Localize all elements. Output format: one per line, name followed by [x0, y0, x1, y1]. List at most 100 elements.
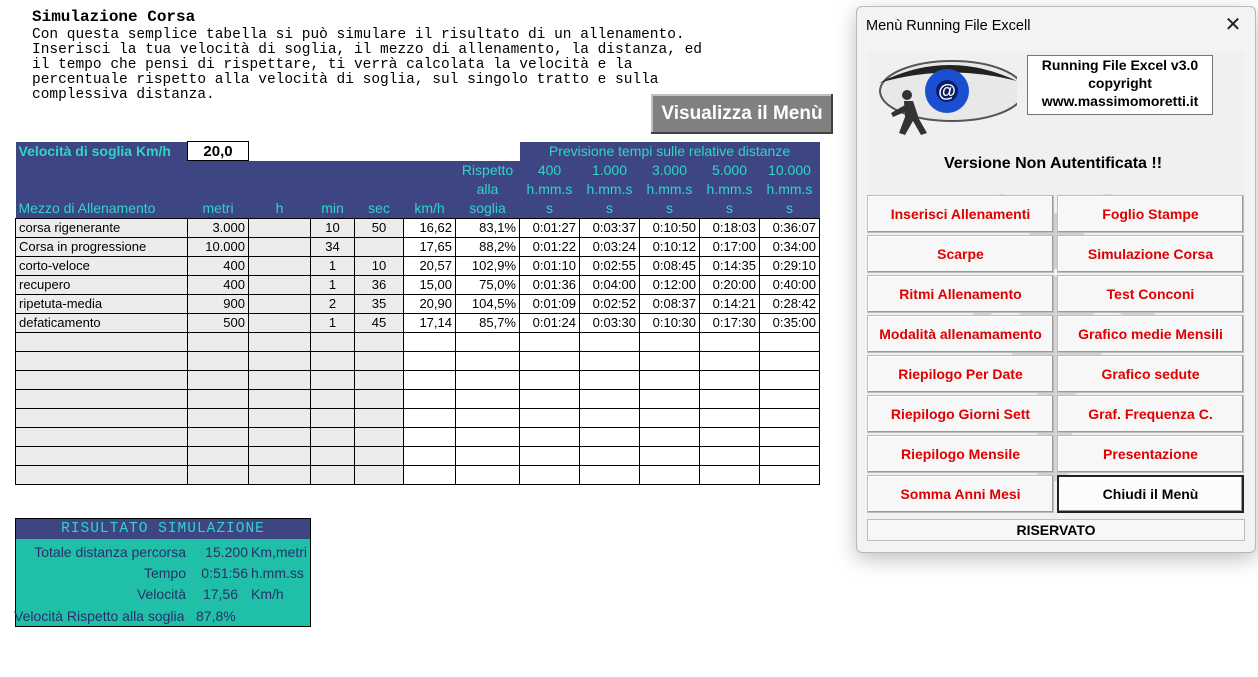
header-distance-10000: 10.000 — [759, 160, 820, 180]
cell-empty — [579, 331, 640, 352]
menu-button-chiudi-il-menu[interactable]: Chiudi il Menù — [1057, 475, 1244, 513]
cell-empty[interactable] — [187, 350, 249, 371]
menu-button-presentazione[interactable]: Presentazione — [1057, 435, 1244, 473]
cell-empty — [759, 426, 820, 447]
cell-empty[interactable] — [187, 331, 249, 352]
cell-empty[interactable] — [310, 331, 355, 352]
cell-metri[interactable]: 400 — [187, 255, 249, 276]
cell-empty[interactable] — [15, 407, 188, 428]
cell-h[interactable] — [248, 274, 311, 295]
cell-h[interactable] — [248, 217, 311, 238]
cell-min[interactable]: 1 — [310, 255, 355, 276]
menu-button-scarpe[interactable]: Scarpe — [867, 235, 1054, 273]
cell-empty[interactable] — [354, 331, 404, 352]
result-rispetto-label: Velocità Rispetto alla soglia — [14, 608, 185, 624]
cell-mezzo[interactable]: defaticamento — [15, 312, 188, 333]
cell-sec[interactable]: 45 — [354, 312, 404, 333]
cell-empty[interactable] — [15, 464, 188, 485]
cell-metri[interactable]: 10.000 — [187, 236, 249, 257]
cell-empty[interactable] — [187, 445, 249, 466]
cell-empty — [579, 464, 640, 485]
cell-empty[interactable] — [248, 388, 311, 409]
cell-empty[interactable] — [15, 445, 188, 466]
cell-empty[interactable] — [187, 464, 249, 485]
cell-empty[interactable] — [310, 407, 355, 428]
cell-empty — [579, 350, 640, 371]
cell-empty[interactable] — [187, 426, 249, 447]
cell-min[interactable]: 2 — [310, 293, 355, 314]
cell-empty[interactable] — [354, 464, 404, 485]
menu-button-riepilogo-per-date[interactable]: Riepilogo Per Date — [867, 355, 1054, 393]
cell-empty[interactable] — [15, 426, 188, 447]
cell-empty[interactable] — [187, 388, 249, 409]
cell-empty[interactable] — [248, 407, 311, 428]
cell-h[interactable] — [248, 236, 311, 257]
cell-empty[interactable] — [354, 369, 404, 390]
cell-empty[interactable] — [15, 331, 188, 352]
cell-sec[interactable]: 36 — [354, 274, 404, 295]
cell-mezzo[interactable]: Corsa in progressione — [15, 236, 188, 257]
cell-mezzo[interactable]: corsa rigenerante — [15, 217, 188, 238]
cell-min[interactable]: 10 — [310, 217, 355, 238]
auth-status: Versione Non Autentificata !! — [943, 155, 1163, 172]
cell-metri[interactable]: 400 — [187, 274, 249, 295]
cell-sec[interactable] — [354, 236, 404, 257]
cell-empty[interactable] — [15, 388, 188, 409]
threshold-value[interactable]: 20,0 — [187, 141, 249, 161]
cell-min[interactable]: 1 — [310, 274, 355, 295]
cell-empty[interactable] — [248, 369, 311, 390]
cell-sec[interactable]: 35 — [354, 293, 404, 314]
cell-empty[interactable] — [310, 445, 355, 466]
cell-empty[interactable] — [248, 426, 311, 447]
cell-empty[interactable] — [310, 426, 355, 447]
cell-empty — [699, 388, 760, 409]
close-icon[interactable]: ✕ — [1223, 15, 1243, 35]
menu-button-simulazione-corsa[interactable]: Simulazione Corsa — [1057, 235, 1244, 273]
cell-h[interactable] — [248, 293, 311, 314]
cell-h[interactable] — [248, 255, 311, 276]
menu-button-modalita-allenamamento[interactable]: Modalità allenamamento — [867, 315, 1054, 353]
cell-mezzo[interactable]: corto-veloce — [15, 255, 188, 276]
simulation-table: Velocità di soglia Km/h 20,0 Previsione … — [15, 141, 820, 485]
cell-min[interactable]: 34 — [310, 236, 355, 257]
menu-button-foglio-stampe[interactable]: Foglio Stampe — [1057, 195, 1244, 233]
cell-mezzo[interactable]: recupero — [15, 274, 188, 295]
threshold-label: Velocità di soglia Km/h — [15, 141, 188, 161]
menu-button-grafico-medie-mensili[interactable]: Grafico medie Mensili — [1057, 315, 1244, 353]
cell-empty[interactable] — [354, 350, 404, 371]
cell-empty[interactable] — [310, 350, 355, 371]
cell-empty[interactable] — [354, 426, 404, 447]
cell-empty[interactable] — [354, 388, 404, 409]
cell-empty[interactable] — [310, 388, 355, 409]
cell-mezzo[interactable]: ripetuta-media — [15, 293, 188, 314]
menu-button-graf-frequenza-c[interactable]: Graf. Frequenza C. — [1057, 395, 1244, 433]
cell-empty[interactable] — [310, 369, 355, 390]
cell-empty[interactable] — [187, 369, 249, 390]
menu-button-riepilogo-giorni-sett[interactable]: Riepilogo Giorni Sett — [867, 395, 1054, 433]
cell-empty[interactable] — [15, 369, 188, 390]
cell-empty[interactable] — [248, 331, 311, 352]
visualizza-menu-button[interactable]: Visualizza il Menù — [651, 94, 833, 134]
cell-empty[interactable] — [310, 464, 355, 485]
cell-sec[interactable]: 10 — [354, 255, 404, 276]
menu-button-ritmi-allenamento[interactable]: Ritmi Allenamento — [867, 275, 1054, 313]
riservato-button[interactable]: RISERVATO — [867, 519, 1245, 541]
cell-empty[interactable] — [248, 350, 311, 371]
menu-button-riepilogo-mensile[interactable]: Riepilogo Mensile — [867, 435, 1054, 473]
menu-button-inserisci-allenamenti[interactable]: Inserisci Allenamenti — [867, 195, 1054, 233]
cell-empty[interactable] — [354, 445, 404, 466]
cell-metri[interactable]: 3.000 — [187, 217, 249, 238]
cell-metri[interactable]: 500 — [187, 312, 249, 333]
menu-button-test-conconi[interactable]: Test Conconi — [1057, 275, 1244, 313]
cell-empty[interactable] — [248, 445, 311, 466]
cell-empty[interactable] — [15, 350, 188, 371]
menu-button-somma-anni-mesi[interactable]: Somma Anni Mesi — [867, 475, 1054, 513]
cell-empty[interactable] — [187, 407, 249, 428]
cell-min[interactable]: 1 — [310, 312, 355, 333]
cell-h[interactable] — [248, 312, 311, 333]
cell-metri[interactable]: 900 — [187, 293, 249, 314]
cell-empty[interactable] — [354, 407, 404, 428]
menu-button-grafico-sedute[interactable]: Grafico sedute — [1057, 355, 1244, 393]
cell-empty[interactable] — [248, 464, 311, 485]
cell-sec[interactable]: 50 — [354, 217, 404, 238]
